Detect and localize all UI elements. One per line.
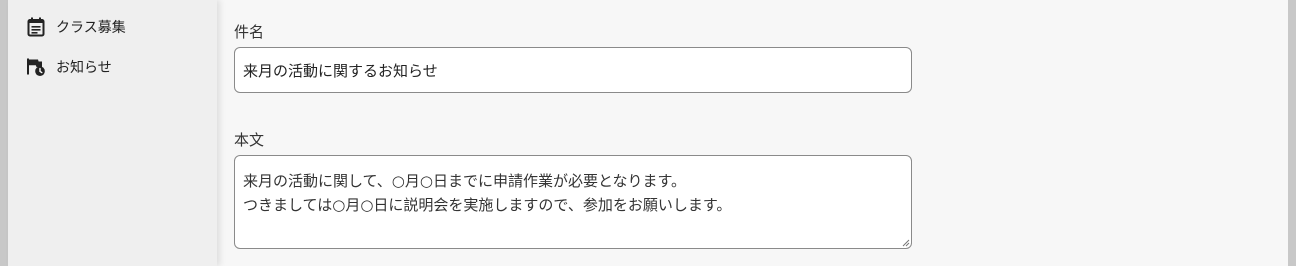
sidebar-item-label: クラス募集: [56, 20, 126, 36]
sidebar: クラス募集 お知らせ: [8, 0, 217, 266]
body-textarea[interactable]: 来月の活動に関して、○月○日までに申請作業が必要となります。 つきましては○月○…: [234, 155, 912, 249]
flag-clock-icon: [26, 57, 46, 77]
resize-grip-icon[interactable]: [902, 239, 910, 247]
subject-label: 件名: [234, 23, 265, 41]
sidebar-item-label: お知らせ: [56, 60, 112, 76]
subject-input[interactable]: [234, 47, 912, 93]
sidebar-item-announcements[interactable]: お知らせ: [26, 56, 112, 78]
sidebar-item-class-recruitment[interactable]: クラス募集: [26, 16, 126, 38]
body-label: 本文: [234, 131, 265, 149]
calendar-list-icon: [26, 17, 46, 37]
